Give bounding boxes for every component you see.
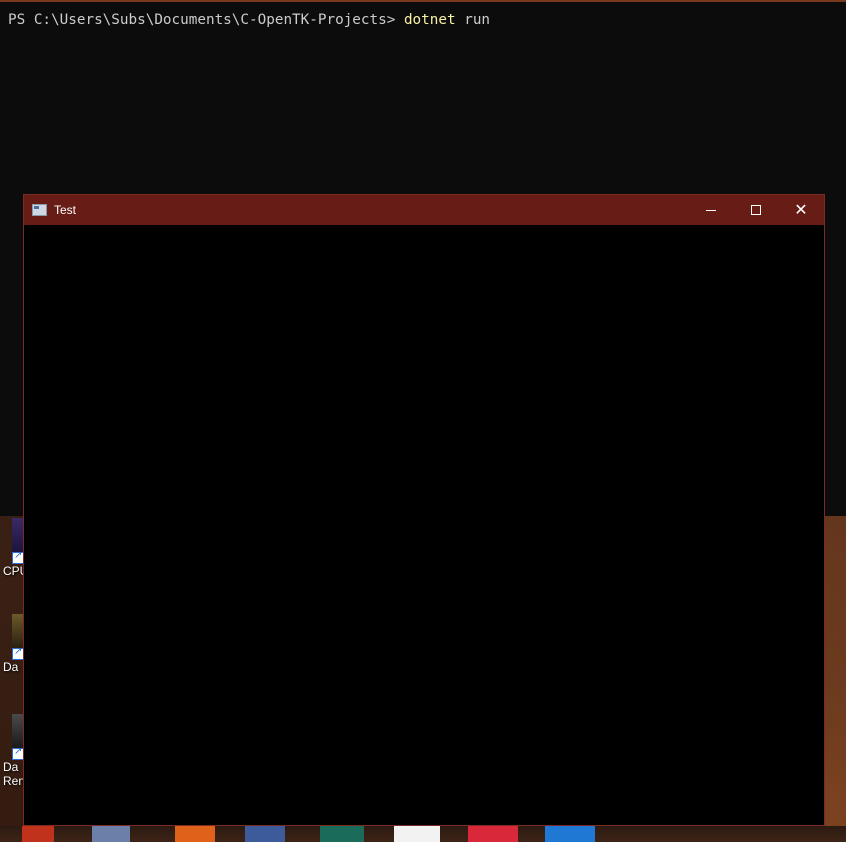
minimize-icon (706, 209, 716, 211)
window-titlebar[interactable]: Test ✕ (24, 195, 824, 225)
taskbar-app-icon[interactable] (245, 826, 285, 842)
maximize-button[interactable] (733, 195, 779, 225)
taskbar-app-icon[interactable] (545, 826, 595, 842)
close-button[interactable]: ✕ (778, 195, 824, 225)
taskbar-app-icon[interactable] (320, 826, 364, 842)
taskbar-app-icon[interactable] (394, 826, 440, 842)
command-name: dotnet (403, 12, 456, 28)
taskbar-app-icon[interactable] (92, 826, 130, 842)
taskbar-app-icon[interactable] (468, 826, 518, 842)
minimize-button[interactable] (688, 195, 734, 225)
console-prompt-line: PS C:\Users\Subs\Documents\C-OpenTK-Proj… (8, 12, 490, 28)
close-icon: ✕ (794, 200, 808, 219)
window-client-area[interactable] (24, 225, 824, 825)
command-argument: run (455, 12, 491, 28)
maximize-icon (751, 205, 761, 215)
prompt-path: PS C:\Users\Subs\Documents\C-OpenTK-Proj… (8, 12, 404, 28)
window-title: Test (54, 203, 77, 217)
app-window-icon (32, 204, 47, 216)
app-window[interactable]: Test ✕ (23, 194, 825, 826)
taskbar-app-icon[interactable] (22, 826, 54, 842)
taskbar-app-icon[interactable] (175, 826, 215, 842)
